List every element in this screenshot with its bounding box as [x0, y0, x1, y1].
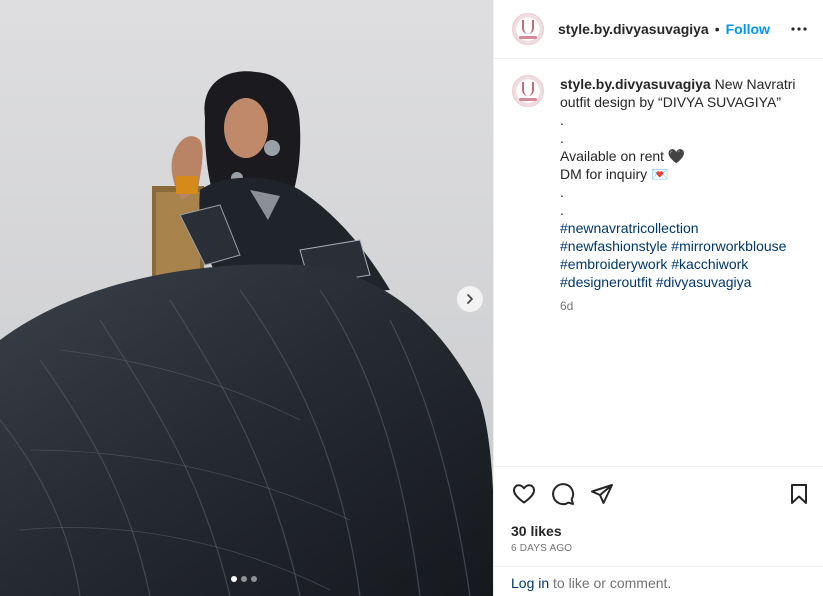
avatar[interactable] — [512, 13, 544, 45]
likes-count[interactable]: 30 likes — [511, 523, 562, 539]
post-actions-bar — [510, 480, 813, 508]
hashtag-link[interactable]: #designeroutfit #divyasuvagiya — [560, 273, 810, 291]
caption-line: . — [560, 112, 564, 128]
caption-line: Available on rent 🖤 — [560, 148, 686, 164]
like-button[interactable] — [510, 480, 538, 508]
more-options-button[interactable] — [787, 17, 811, 41]
divider — [494, 566, 823, 567]
next-image-button[interactable] — [457, 286, 483, 312]
carousel-indicator — [231, 576, 257, 582]
post-media[interactable] — [0, 0, 493, 596]
hashtag-link[interactable]: #newfashionstyle #mirrorworkblouse — [560, 237, 810, 255]
comment-button[interactable] — [549, 480, 577, 508]
divider — [494, 466, 823, 467]
dot-separator: • — [714, 21, 720, 37]
caption-line: . — [560, 184, 564, 200]
login-prompt-text: to like or comment. — [549, 575, 672, 591]
follow-button[interactable]: Follow — [726, 21, 770, 37]
share-button[interactable] — [588, 480, 616, 508]
carousel-dot — [241, 576, 247, 582]
post-photo — [0, 0, 493, 596]
hashtag-link[interactable]: #embroiderywork #kacchiwork — [560, 255, 810, 273]
share-icon — [591, 484, 613, 504]
username-link[interactable]: style.by.divyasuvagiya — [558, 21, 709, 37]
caption-line: . — [560, 202, 564, 218]
brand-logo-mark — [522, 82, 534, 96]
bookmark-icon — [791, 484, 807, 504]
post-age[interactable]: 6 DAYS AGO — [511, 543, 572, 554]
save-button[interactable] — [785, 480, 813, 508]
heart-icon — [513, 484, 535, 504]
caption-line: outfit design by “DIVYA SUVAGIYA” — [560, 94, 781, 110]
hashtag-link[interactable]: #newnavratricollection — [560, 219, 810, 237]
carousel-dot — [231, 576, 237, 582]
more-horizontal-icon — [791, 27, 807, 31]
avatar[interactable] — [512, 75, 544, 107]
caption-timestamp[interactable]: 6d — [560, 297, 810, 315]
chevron-right-icon — [467, 294, 473, 304]
caption-block: style.by.divyasuvagiya New Navratri outf… — [512, 75, 813, 315]
login-prompt: Log in to like or comment. — [511, 575, 671, 591]
caption-text: style.by.divyasuvagiya New Navratri outf… — [560, 75, 810, 315]
post-header: style.by.divyasuvagiya • Follow — [494, 0, 823, 59]
login-link[interactable]: Log in — [511, 575, 549, 591]
comment-icon — [552, 483, 575, 506]
caption-line: New Navratri — [714, 76, 796, 92]
post-side-panel: style.by.divyasuvagiya • Follow style.by… — [493, 0, 823, 596]
caption-username[interactable]: style.by.divyasuvagiya — [560, 76, 711, 92]
caption-line: DM for inquiry 💌 — [560, 166, 669, 182]
brand-logo-mark — [522, 20, 534, 34]
carousel-dot — [251, 576, 257, 582]
caption-line: . — [560, 130, 564, 146]
